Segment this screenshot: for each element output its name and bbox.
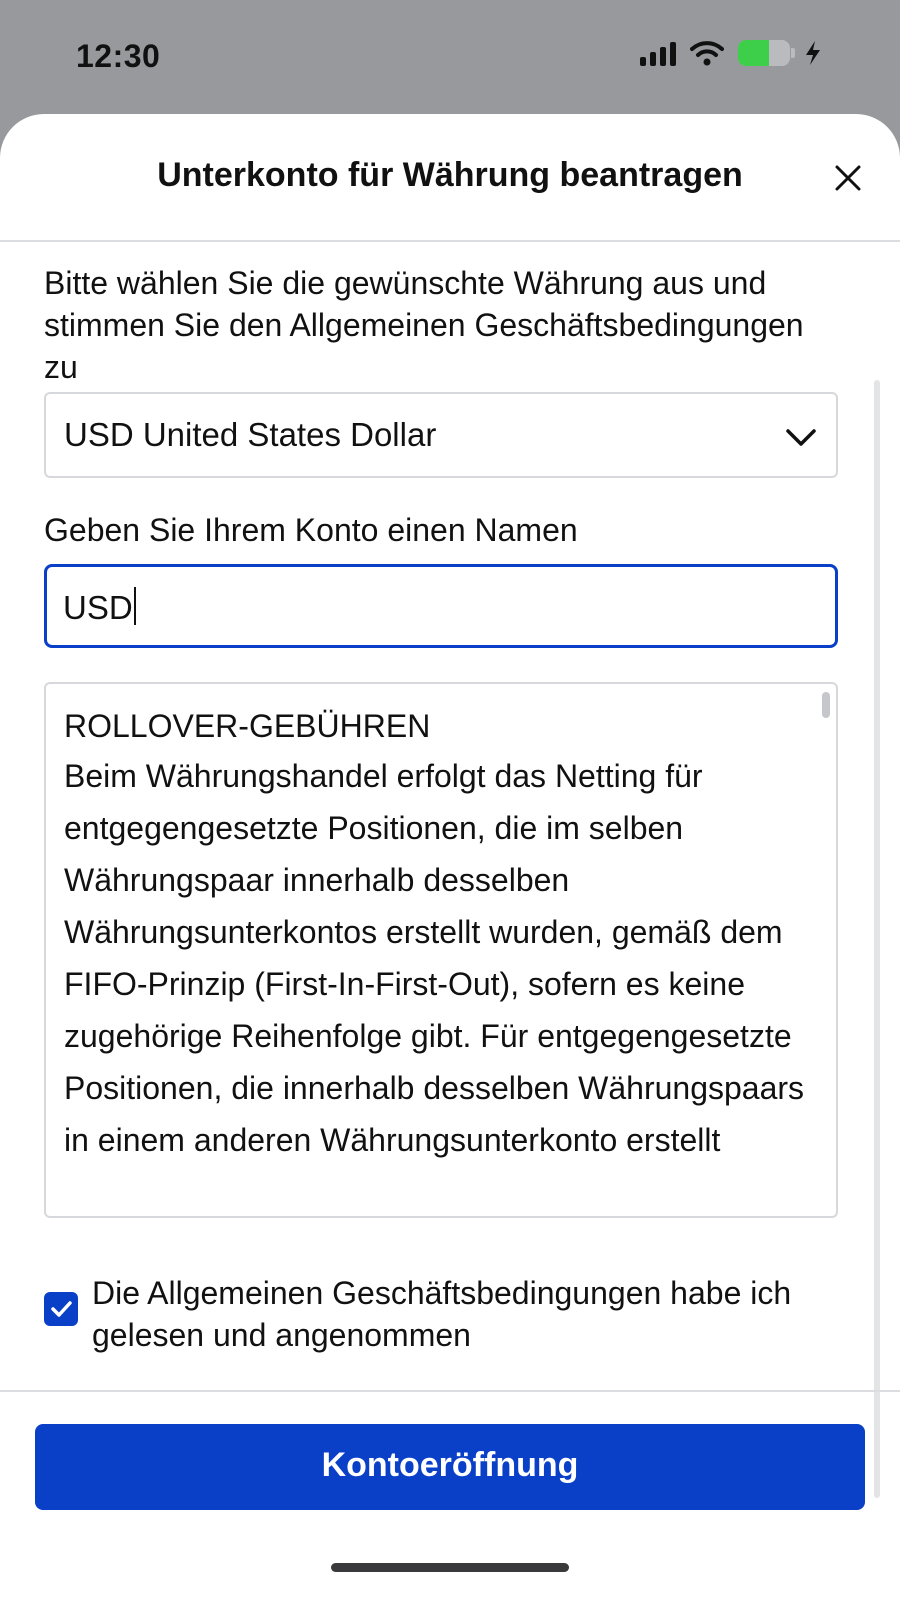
checkmark-icon: [51, 1301, 72, 1317]
open-account-button-label: Kontoeröffnung: [321, 1446, 579, 1484]
terms-body: Beim Währungshandel erfolgt das Netting …: [64, 758, 805, 1158]
terms-scrollbar[interactable]: [822, 692, 830, 718]
account-name-label: Geben Sie Ihrem Konto einen Namen: [44, 512, 578, 548]
footer-divider: [0, 1390, 900, 1392]
terms-text-box[interactable]: ROLLOVER-GEBÜHREN Beim Währungshandel er…: [44, 682, 838, 1218]
status-icons: [640, 40, 822, 66]
sheet-title: Unterkonto für Währung beantragen: [157, 156, 743, 194]
wifi-icon: [690, 41, 724, 66]
sheet-header: Unterkonto für Währung beantragen: [0, 114, 900, 242]
account-name-value: USD: [63, 589, 133, 626]
open-account-button[interactable]: Kontoeröffnung: [35, 1424, 865, 1510]
text-caret: [133, 587, 136, 625]
currency-select-value: USD United States Dollar: [64, 416, 437, 453]
cellular-signal-icon: [640, 40, 676, 66]
sheet-scrollbar[interactable]: [874, 380, 880, 1498]
accept-terms-label: Die Allgemeinen Geschäftsbedingungen hab…: [92, 1275, 792, 1353]
instruction-text: Bitte wählen Sie die gewünschte Währung …: [44, 265, 804, 385]
terms-heading: ROLLOVER-GEBÜHREN: [64, 708, 431, 744]
charging-bolt-icon: [806, 41, 820, 65]
account-name-input[interactable]: USD: [44, 564, 838, 648]
battery-icon: [738, 40, 795, 66]
accept-terms-checkbox[interactable]: [44, 1292, 78, 1326]
close-icon[interactable]: [828, 158, 868, 198]
status-time: 12:30: [76, 38, 161, 74]
bottom-sheet: Unterkonto für Währung beantragen Bitte …: [0, 114, 900, 1600]
status-bar: 12:30: [0, 0, 900, 112]
home-indicator: [331, 1563, 569, 1572]
chevron-down-icon: [786, 429, 816, 446]
currency-select[interactable]: USD United States Dollar: [44, 392, 838, 478]
